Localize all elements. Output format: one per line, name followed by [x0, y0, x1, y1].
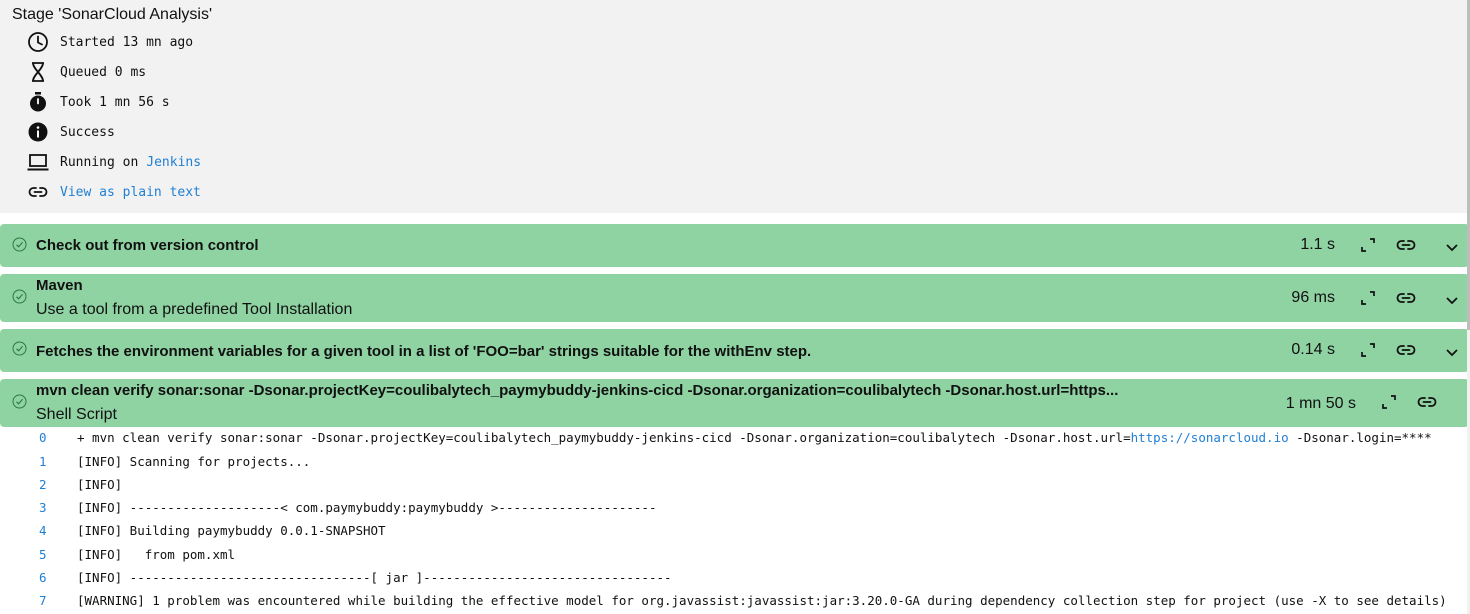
log-line-text: [INFO] from pom.xml: [77, 547, 236, 562]
status-text: Success: [60, 124, 115, 140]
log-line: 2 [INFO]: [0, 477, 1467, 497]
step-link-icon[interactable]: [1395, 287, 1417, 309]
step-duration: 96 ms: [1291, 289, 1335, 306]
stopwatch-icon: [27, 91, 49, 113]
log-line-number[interactable]: 6: [39, 570, 47, 585]
log-line: 7 [WARNING] 1 problem was encountered wh…: [0, 593, 1467, 613]
step-link-icon[interactable]: [1395, 234, 1417, 256]
expand-icon[interactable]: [1357, 339, 1379, 361]
log-line: 5 [INFO] from pom.xml: [0, 547, 1467, 567]
running-prefix: Running on: [60, 154, 139, 170]
step-link-icon[interactable]: [1395, 339, 1417, 361]
queued-text: Queued 0 ms: [60, 64, 147, 80]
log-line-text: + mvn clean verify sonar:sonar -Dsonar.p…: [77, 430, 1432, 445]
plain-text-row: View as plain text: [27, 180, 201, 204]
log-line-number[interactable]: 1: [39, 454, 47, 469]
log-line-text: [INFO]: [77, 477, 123, 492]
step-subtitle: Shell Script: [36, 406, 117, 423]
log-line-number[interactable]: 3: [39, 500, 47, 515]
started-row: Started 13 mn ago: [27, 30, 193, 54]
hourglass-icon: [27, 61, 49, 83]
took-text: Took 1 mn 56 s: [60, 94, 170, 110]
expand-icon[interactable]: [1378, 391, 1400, 413]
expand-icon[interactable]: [1357, 234, 1379, 256]
status-row: Success: [27, 120, 115, 144]
log-line-text: [INFO] Building paymybuddy 0.0.1-SNAPSHO…: [77, 523, 386, 538]
log-line-text: [INFO] --------------------< com.paymybu…: [77, 500, 657, 515]
queued-row: Queued 0 ms: [27, 60, 146, 84]
step-title: Maven: [36, 277, 83, 294]
success-check-icon: [12, 341, 27, 356]
step-title: mvn clean verify sonar:sonar -Dsonar.pro…: [36, 382, 1119, 399]
expand-icon[interactable]: [1357, 287, 1379, 309]
log-line: 1 [INFO] Scanning for projects...: [0, 454, 1467, 474]
log-line-number[interactable]: 4: [39, 523, 47, 538]
log-line-text: [WARNING] 1 problem was encountered whil…: [77, 593, 1447, 608]
info-icon: [27, 121, 49, 143]
stage-details-panel: Stage 'SonarCloud Analysis' Started 13 m…: [0, 0, 1467, 213]
log-line: 3 [INFO] --------------------< com.paymy…: [0, 500, 1467, 520]
step-row[interactable]: Fetches the environment variables for a …: [0, 329, 1469, 372]
started-text: Started 13 mn ago: [60, 34, 194, 50]
success-check-icon: [12, 237, 27, 252]
step-row[interactable]: Maven Use a tool from a predefined Tool …: [0, 274, 1469, 322]
laptop-icon: [27, 151, 49, 173]
success-check-icon: [12, 289, 27, 304]
log-line: 4 [INFO] Building paymybuddy 0.0.1-SNAPS…: [0, 523, 1467, 543]
took-row: Took 1 mn 56 s: [27, 90, 170, 114]
step-row[interactable]: Check out from version control 1.1 s: [0, 224, 1469, 267]
clock-icon: [27, 31, 49, 53]
node-link[interactable]: Jenkins: [146, 155, 201, 170]
success-check-icon: [12, 394, 27, 409]
step-title: Check out from version control: [36, 237, 259, 254]
step-subtitle: Use a tool from a predefined Tool Instal…: [36, 301, 353, 318]
step-duration: 1.1 s: [1300, 236, 1335, 253]
chevron-down-icon[interactable]: [1441, 341, 1463, 363]
step-duration: 0.14 s: [1291, 341, 1335, 358]
step-link-icon[interactable]: [1416, 391, 1438, 413]
chevron-down-icon[interactable]: [1441, 289, 1463, 311]
log-line: 6 [INFO] -------------------------------…: [0, 570, 1467, 590]
sonarcloud-link[interactable]: https://sonarcloud.io: [1131, 430, 1289, 445]
step-row-expanded[interactable]: mvn clean verify sonar:sonar -Dsonar.pro…: [0, 379, 1469, 427]
link-icon: [27, 181, 49, 203]
log-line-number[interactable]: 7: [39, 593, 47, 608]
running-row: Running on Jenkins: [27, 150, 201, 174]
chevron-down-icon[interactable]: [1441, 236, 1463, 258]
log-line-number[interactable]: 5: [39, 547, 47, 562]
step-title: Fetches the environment variables for a …: [36, 343, 812, 360]
step-duration: 1 mn 50 s: [1285, 395, 1356, 412]
view-plain-text-link[interactable]: View as plain text: [60, 185, 201, 200]
log-line-number[interactable]: 2: [39, 477, 47, 492]
log-line-text: [INFO] --------------------------------[…: [77, 570, 672, 585]
log-line: 0 + mvn clean verify sonar:sonar -Dsonar…: [0, 430, 1467, 450]
log-line-number[interactable]: 0: [39, 430, 47, 445]
log-line-text: [INFO] Scanning for projects...: [77, 454, 311, 469]
stage-title: Stage 'SonarCloud Analysis': [12, 6, 213, 23]
